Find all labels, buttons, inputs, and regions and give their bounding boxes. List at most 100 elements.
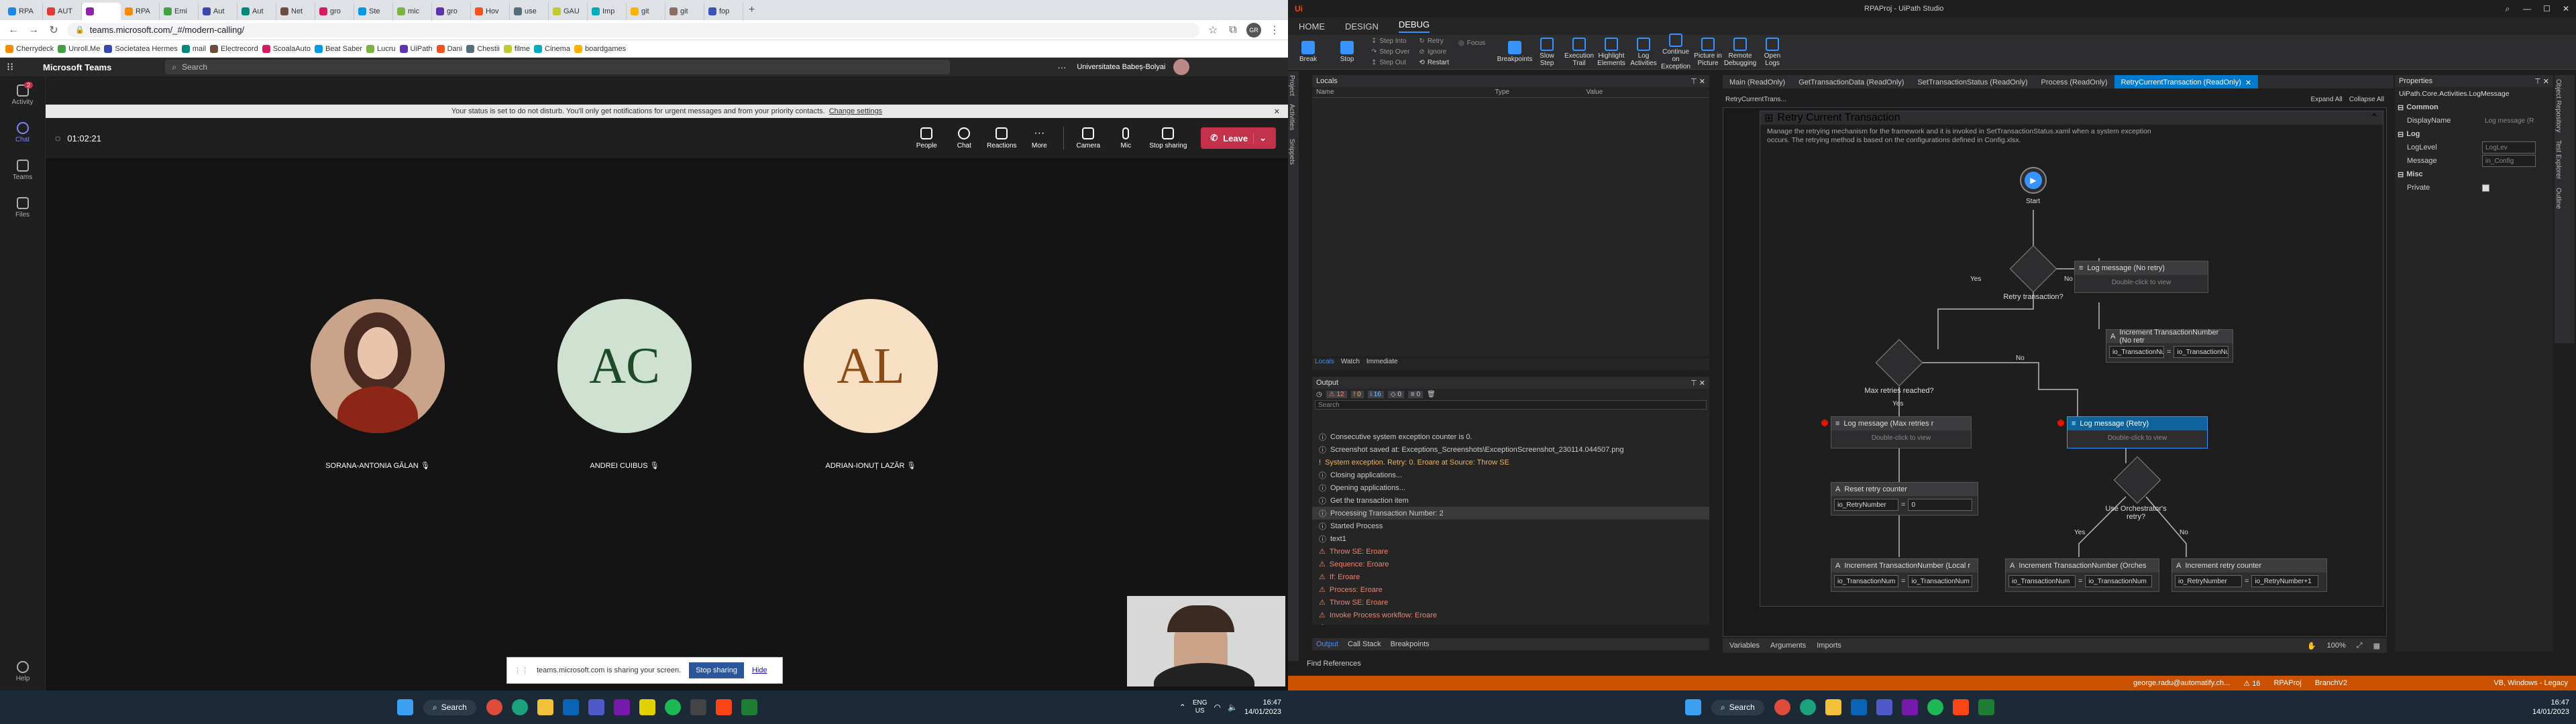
browser-tab[interactable]: Hov — [471, 3, 510, 20]
output-line[interactable]: ⓘ Started Process — [1312, 520, 1709, 532]
section-log[interactable]: ⊟ Log — [2395, 127, 2553, 141]
windows-start-icon[interactable] — [397, 699, 413, 715]
teams-taskbar-icon[interactable] — [588, 699, 604, 715]
browser-tab[interactable]: use — [510, 3, 549, 20]
search-icon[interactable]: ⌕ — [2505, 4, 2510, 14]
assign-value-field[interactable]: io_RetryNumber+1 — [2251, 575, 2319, 587]
trace-filter[interactable]: ◇ 0 — [1387, 391, 1404, 398]
assign-to-field[interactable]: io_RetryNumber — [2175, 575, 2242, 587]
tab-watch[interactable]: Watch — [1341, 358, 1360, 370]
assign-value-field[interactable]: io_TransactionNum — [2174, 346, 2229, 358]
browser-tab[interactable] — [82, 3, 121, 20]
assign-to-field[interactable]: io_TransactionNum — [2109, 346, 2164, 358]
volume-icon[interactable]: 🔈 — [1228, 703, 1238, 712]
log-no-retry-activity[interactable]: ≡ Log message (No retry) Double-click to … — [2074, 261, 2208, 293]
camera-button[interactable]: Camera — [1069, 127, 1107, 149]
log-retry-activity[interactable]: ≡ Log message (Retry) Double-click to vie… — [2067, 416, 2208, 448]
tab-variables[interactable]: Variables — [1729, 642, 1760, 650]
browser-tab[interactable]: AUT — [43, 3, 82, 20]
browser-tab[interactable]: Ste — [354, 3, 393, 20]
browser-tab[interactable]: RPA — [121, 3, 160, 20]
chevron-down-icon[interactable]: ⌄ — [1253, 133, 1267, 143]
tab-arguments[interactable]: Arguments — [1770, 642, 1806, 650]
increment-no-retry-activity[interactable]: A Increment TransactionNumber (No retr io… — [2106, 328, 2233, 363]
step-into-button[interactable]: ↧ Step Into — [1371, 36, 1409, 47]
extensions-icon[interactable]: ⧉ — [1226, 24, 1240, 36]
tab-debug[interactable]: DEBUG — [1398, 19, 1430, 33]
chat-button[interactable]: Chat — [945, 127, 983, 149]
outlook-icon[interactable] — [1850, 699, 1867, 715]
pin-icon[interactable]: ⊤ ✕ — [2534, 77, 2549, 86]
user-account[interactable]: george.radu@automatify.ch... — [2133, 679, 2230, 687]
bookmark-item[interactable]: boardgames — [574, 44, 626, 53]
rail-activity[interactable]: Activity 2 — [0, 76, 45, 114]
change-settings-link[interactable]: Change settings — [829, 107, 883, 115]
mic-button[interactable]: Mic — [1107, 127, 1144, 149]
step-over-button[interactable]: ↷ Step Over — [1371, 47, 1409, 58]
reload-icon[interactable]: ↻ — [47, 23, 60, 37]
output-line[interactable]: ⓘ Closing applications... — [1312, 469, 1709, 481]
spotify-icon[interactable] — [664, 699, 681, 715]
start-node[interactable]: ▶ — [2020, 167, 2047, 194]
chevron-up-icon[interactable]: ⌃ — [1179, 703, 1186, 712]
taskbar-search[interactable]: ⌕ Search — [1711, 699, 1764, 715]
browser-tab[interactable]: Aut — [199, 3, 237, 20]
chrome-icon[interactable] — [486, 699, 502, 715]
display-name-field[interactable]: Log message (R — [2482, 115, 2544, 127]
app-icon[interactable] — [1978, 699, 1994, 715]
edge-icon[interactable] — [1799, 699, 1816, 715]
output-line[interactable]: ⚠ Process: Eroare — [1312, 583, 1709, 596]
rail-teams[interactable]: Teams — [0, 152, 45, 189]
browser-tab[interactable]: git — [627, 3, 665, 20]
side-tab-object-repository[interactable]: Object Repository — [2555, 75, 2562, 136]
output-line[interactable]: ! System exception. Retry: 0. Eroare at S… — [1312, 456, 1709, 469]
zoom-level[interactable]: 100% — [2327, 642, 2346, 650]
designer-breadcrumb[interactable]: RetryCurrentTrans... — [1725, 96, 1786, 103]
message-field[interactable]: in_Config — [2482, 155, 2536, 167]
uipath-icon[interactable] — [1952, 699, 1969, 715]
participant-tile[interactable]: AC ANDREI CUIBUS 🎙 — [554, 299, 695, 470]
browser-tab[interactable]: GAU — [549, 3, 588, 20]
log-max-retries-activity[interactable]: ≡ Log message (Max retries r Double-click… — [1831, 416, 1972, 448]
output-line[interactable]: ⚠ Throw SE: Eroare — [1312, 596, 1709, 609]
browser-tab[interactable]: Imp — [588, 3, 627, 20]
error-filter[interactable]: ⚠ 12 — [1326, 391, 1347, 398]
bookmark-item[interactable]: Societatea Hermes — [104, 44, 178, 53]
output-line[interactable]: ⚠ Invoke Process workflow: Eroare — [1312, 609, 1709, 621]
output-line[interactable]: ⓘ Processing Transaction Number: 2 — [1312, 507, 1709, 520]
verbose-filter[interactable]: ≡ 0 — [1407, 391, 1424, 398]
ribbon-button[interactable]: Slow Step — [1532, 37, 1562, 67]
participant-tile[interactable]: AL ADRIAN-IONUȚ LAZĂR 🎙 — [800, 299, 941, 470]
find-references-label[interactable]: Find References — [1307, 660, 1361, 668]
tab-breakpoints[interactable]: Breakpoints — [1391, 640, 1430, 648]
ribbon-button[interactable]: Continue on Exception — [1661, 34, 1690, 70]
assign-value-field[interactable]: io_TransactionNum — [1908, 575, 1973, 587]
focus-button[interactable]: ◎ Focus — [1458, 38, 1485, 48]
increment-orchestrator-activity[interactable]: A Increment TransactionNumber (Orches io_… — [2005, 558, 2159, 592]
designer-expand-all[interactable]: Expand All — [2310, 96, 2342, 103]
clock-secondary[interactable]: 16:47 14/01/2023 — [2532, 698, 2569, 717]
bookmark-item[interactable]: Unroll.Me — [58, 44, 100, 53]
assign-to-field[interactable]: io_RetryNumber — [1834, 499, 1898, 511]
document-tab[interactable]: Process (ReadOnly) — [2035, 75, 2114, 88]
bookmark-item[interactable]: Cinema — [534, 44, 570, 53]
new-tab-icon[interactable]: + — [743, 4, 760, 16]
edge-icon[interactable] — [511, 699, 528, 715]
ribbon-button[interactable]: Picture in Picture — [1693, 37, 1723, 67]
side-tab-activities[interactable]: Activities — [1288, 100, 1295, 134]
section-common[interactable]: ⊟ Common — [2395, 101, 2553, 114]
browser-tab[interactable]: Emi — [160, 3, 199, 20]
ribbon-button[interactable]: Highlight Elements — [1597, 37, 1626, 67]
file-explorer-icon[interactable] — [537, 699, 553, 715]
bookmark-item[interactable]: Beat Saber — [314, 44, 362, 53]
output-line[interactable]: ⚠ Throw SE: Eroare — [1312, 545, 1709, 558]
output-line[interactable]: ⚠ Sequence: Eroare — [1312, 558, 1709, 570]
pin-icon[interactable]: ⊤ ✕ — [1690, 77, 1705, 86]
restart-button[interactable]: ⟲ Restart — [1419, 58, 1449, 68]
log-level-field[interactable]: LogLev — [2482, 141, 2536, 154]
output-line[interactable]: ⓘ Consecutive system exception counter is… — [1312, 621, 1709, 625]
assign-to-field[interactable]: io_TransactionNum — [2008, 575, 2076, 587]
output-search[interactable]: Search — [1315, 400, 1707, 410]
side-tab-snippets[interactable]: Snippets — [1288, 135, 1295, 169]
output-line[interactable]: ⓘ Get the transaction item — [1312, 494, 1709, 507]
